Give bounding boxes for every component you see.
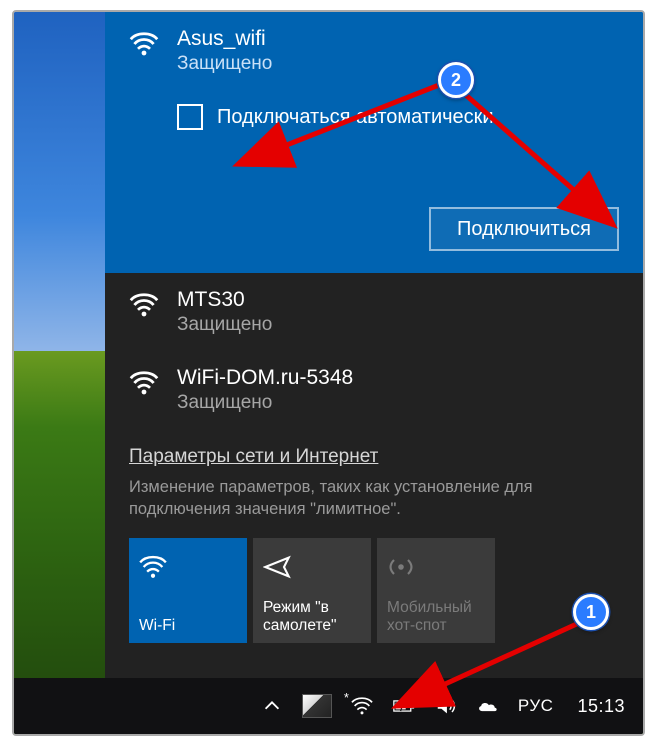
wifi-icon <box>129 293 159 337</box>
tray-battery-icon[interactable] <box>392 694 416 718</box>
tray-onedrive-icon[interactable] <box>476 694 500 718</box>
annotation-callout-1: 1 <box>573 594 609 630</box>
tray-chevron-up-icon[interactable] <box>260 694 284 718</box>
tile-airplane[interactable]: Режим "в самолете" <box>253 538 371 643</box>
network-flyout: Asus_wifi Защищено Подключаться автомати… <box>105 12 643 682</box>
footer-description: Изменение параметров, таких как установл… <box>129 476 619 520</box>
auto-connect-label: Подключаться автоматически <box>217 106 494 129</box>
tile-label: Мобильный хот-спот <box>387 599 489 635</box>
auto-connect-checkbox[interactable] <box>177 104 203 130</box>
network-status: Защищено <box>177 391 619 415</box>
tray-volume-icon[interactable] <box>434 694 458 718</box>
tile-wifi[interactable]: Wi-Fi <box>129 538 247 643</box>
network-list: Asus_wifi Защищено Подключаться автомати… <box>105 12 643 432</box>
tile-hotspot[interactable]: Мобильный хот-спот <box>377 538 495 643</box>
airplane-icon <box>263 546 361 588</box>
flyout-footer: Параметры сети и Интернет Изменение пара… <box>105 432 643 682</box>
tray-app-thumb[interactable] <box>302 694 332 718</box>
tray-lang[interactable]: РУС <box>518 696 554 716</box>
taskbar: * РУС 15:13 <box>14 678 643 734</box>
connect-button[interactable]: Подключиться <box>429 207 619 251</box>
network-status: Защищено <box>177 52 619 76</box>
network-item[interactable]: MTS30 Защищено <box>105 273 643 351</box>
tray-clock[interactable]: 15:13 <box>577 696 625 717</box>
screenshot-frame: Asus_wifi Защищено Подключаться автомати… <box>12 10 645 736</box>
wifi-icon <box>129 32 159 56</box>
network-name: MTS30 <box>177 287 619 313</box>
tile-label: Wi-Fi <box>139 617 241 635</box>
network-item[interactable]: WiFi-DOM.ru-5348 Защищено <box>105 351 643 429</box>
network-name: WiFi-DOM.ru-5348 <box>177 365 619 391</box>
annotation-callout-2: 2 <box>438 62 474 98</box>
auto-connect-row[interactable]: Подключаться автоматически <box>177 104 619 130</box>
quick-action-tiles: Wi-Fi Режим "в самолете" Мобильный хот-с… <box>129 538 619 643</box>
hotspot-icon <box>387 546 485 588</box>
connect-button-label: Подключиться <box>457 218 591 241</box>
wifi-icon <box>129 371 159 415</box>
network-item-selected[interactable]: Asus_wifi Защищено Подключаться автомати… <box>105 12 643 273</box>
wifi-icon <box>139 546 237 588</box>
network-name: Asus_wifi <box>177 26 619 52</box>
tray-wifi-icon[interactable]: * <box>350 694 374 718</box>
network-status: Защищено <box>177 313 619 337</box>
tile-label: Режим "в самолете" <box>263 599 365 635</box>
network-settings-link[interactable]: Параметры сети и Интернет <box>129 446 378 468</box>
